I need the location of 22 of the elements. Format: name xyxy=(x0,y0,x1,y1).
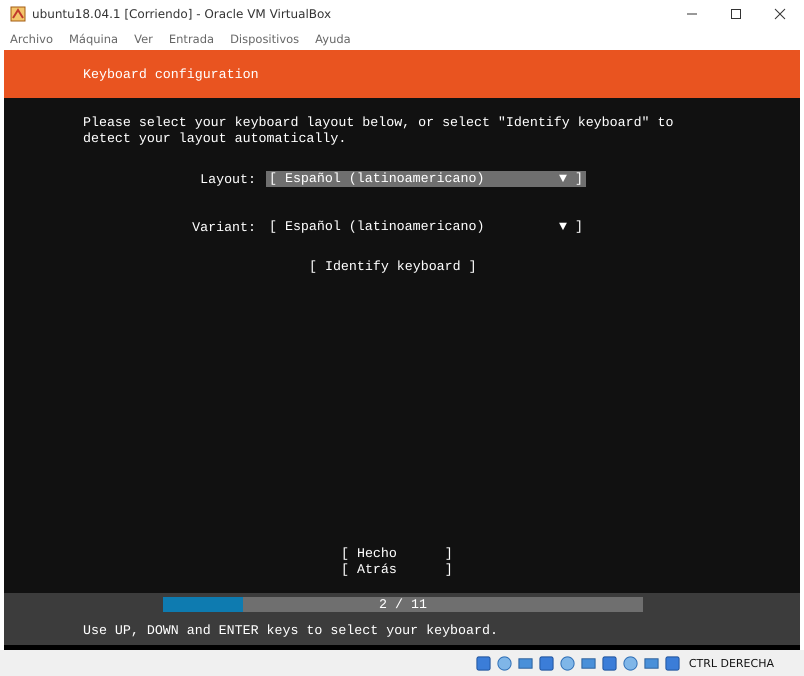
menu-item[interactable]: Dispositivos xyxy=(230,32,300,46)
instructions: Please select your keyboard layout below, or select "Identify keyboard" to detect your layout automatically. xyxy=(83,115,674,147)
window-title: ubuntu18.04.1 [Corriendo] - Oracle VM VirtualBox xyxy=(32,7,332,21)
close-icon[interactable] xyxy=(774,8,786,20)
maximize-icon[interactable] xyxy=(730,8,742,20)
hint-text: Use UP, DOWN and ENTER keys to select your keyboard. xyxy=(83,622,498,638)
action-button[interactable]: [ Atrás ] xyxy=(341,562,453,578)
host-key-label: CTRL DERECHA xyxy=(688,656,774,670)
menu-item[interactable]: Entrada xyxy=(168,32,214,46)
menu-item[interactable]: Máquina xyxy=(69,32,118,46)
dropdown[interactable]: [ Español (latinoamericano) ▼ ] xyxy=(266,171,586,187)
app-icon xyxy=(10,6,26,22)
menu-item[interactable]: Ayuda xyxy=(315,32,351,46)
dropdown[interactable]: [ Español (latinoamericano) ▼ ] xyxy=(266,219,586,235)
action-button[interactable]: [ Hecho ] xyxy=(341,546,453,562)
menu-item[interactable]: Archivo xyxy=(10,32,53,46)
progress-text: 2 / 11 xyxy=(378,596,428,612)
screen-title: Keyboard configuration xyxy=(83,66,259,82)
field-label: Layout: xyxy=(199,172,257,186)
menu-item[interactable]: Ver xyxy=(134,32,153,46)
field-label: Variant: xyxy=(191,220,257,234)
identify-keyboard-button[interactable]: [ Identify keyboard ] xyxy=(309,259,477,275)
